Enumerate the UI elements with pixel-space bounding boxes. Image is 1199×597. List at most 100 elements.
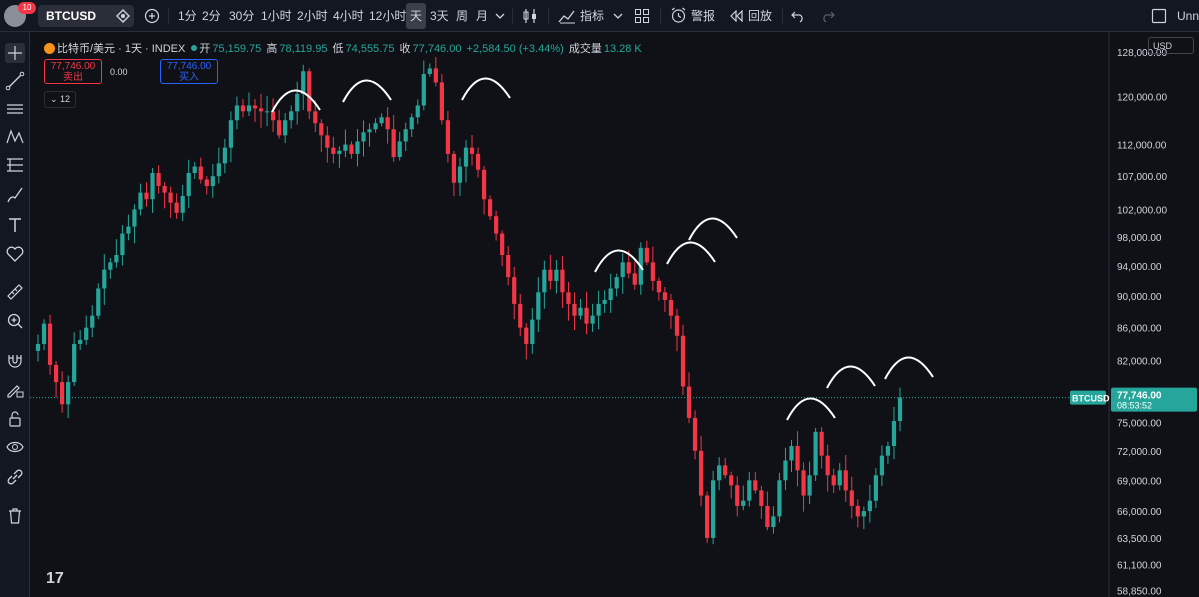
candle-body <box>373 123 378 130</box>
interval-dropdown-icon[interactable] <box>495 12 505 20</box>
link-icon <box>7 469 23 485</box>
sell-button[interactable]: 77,746.00 卖出 <box>44 59 102 84</box>
candle-body <box>391 129 396 158</box>
candle-body <box>283 120 288 136</box>
brush-icon <box>7 187 23 203</box>
interval-month[interactable]: 月 <box>476 0 488 32</box>
text-icon <box>9 218 21 232</box>
delete-drawings-tool[interactable] <box>5 506 25 526</box>
pattern-tool[interactable] <box>5 127 25 147</box>
low-label: 低 <box>332 43 344 55</box>
candle-body <box>554 269 559 281</box>
candle-body <box>662 292 668 300</box>
price-tick-label: 61,100.00 <box>1117 561 1162 572</box>
interval-2m[interactable]: 2分 <box>202 0 221 32</box>
fib-tool[interactable] <box>5 155 25 175</box>
collapse-count: 12 <box>60 94 71 104</box>
symbol-lock-icon[interactable] <box>116 9 130 23</box>
interval-1m[interactable]: 1分 <box>178 0 197 32</box>
brush-tool[interactable] <box>5 185 25 205</box>
candle-body <box>301 71 306 94</box>
chart-area[interactable]: 128,000.00 120,000.00 112,000.00 107,000.00… <box>30 32 1199 597</box>
hide-drawings-tool[interactable] <box>5 437 25 457</box>
alert-clock-icon[interactable] <box>670 7 687 24</box>
undo-icon[interactable] <box>791 9 805 23</box>
crosshair-tool[interactable] <box>5 43 25 63</box>
candle-body <box>536 292 541 320</box>
interval-2h[interactable]: 2小时 <box>297 0 328 32</box>
candle-body <box>102 269 107 289</box>
candle-body <box>397 141 402 158</box>
interval-30m[interactable]: 30分 <box>229 0 254 32</box>
buy-button[interactable]: 77,746.00 买入 <box>160 59 218 84</box>
alert-button[interactable]: 警报 <box>691 0 715 32</box>
candle-body <box>873 475 878 501</box>
indicators-button[interactable]: 指标 <box>580 0 604 32</box>
candle-body <box>307 71 312 112</box>
replay-button[interactable]: 回放 <box>748 0 772 32</box>
candle-body <box>355 141 360 154</box>
eye-icon <box>6 441 24 453</box>
volume-value: 13.28 K <box>603 43 642 55</box>
sell-price: 77,746.00 <box>50 61 96 72</box>
interval-1d-active[interactable]: 天 <box>406 3 427 29</box>
interval-3d[interactable]: 3天 <box>430 0 449 32</box>
price-tick-label: 66,000.00 <box>1117 507 1162 518</box>
zoom-tool[interactable] <box>5 311 25 331</box>
price-chart[interactable]: 128,000.00120,000.00112,000.00107,000.00… <box>30 32 1199 597</box>
candle-body <box>289 111 294 121</box>
indicators-icon[interactable] <box>558 8 576 24</box>
add-symbol-icon[interactable] <box>144 8 160 24</box>
candle-body <box>494 216 499 234</box>
candle-body <box>264 111 270 113</box>
sync-tool[interactable] <box>5 467 25 487</box>
candle-body <box>240 105 246 112</box>
fullscreen-checkbox-icon[interactable] <box>1151 8 1167 24</box>
interval-4h[interactable]: 4小时 <box>333 0 364 32</box>
layout-name[interactable]: Unna <box>1177 0 1199 32</box>
interval-week[interactable]: 周 <box>456 0 468 32</box>
price-tick-label: 112,000.00 <box>1117 141 1167 152</box>
candle-body <box>41 323 47 344</box>
candle-body <box>777 480 782 517</box>
price-tick-label: 102,000.00 <box>1117 205 1167 216</box>
candle-body <box>548 269 553 281</box>
candle-body <box>518 303 523 328</box>
crosshair-icon <box>5 43 25 63</box>
interval-12h[interactable]: 12小时 <box>369 0 406 32</box>
interval-1h[interactable]: 1小时 <box>261 0 292 32</box>
legend-title[interactable]: 比特币/美元 · 1天 · INDEX <box>57 43 185 55</box>
candle-body <box>421 74 426 106</box>
replay-icon[interactable] <box>729 10 743 22</box>
price-tick-label: 75,000.00 <box>1117 419 1162 430</box>
candle-body <box>644 247 649 263</box>
candle-body <box>650 262 655 281</box>
candle-body <box>704 495 710 538</box>
candle-body <box>843 470 848 491</box>
candle-body <box>433 68 438 83</box>
candle-body <box>602 299 607 304</box>
candle-body <box>66 382 71 405</box>
currency-select[interactable]: USD <box>1148 37 1194 54</box>
bitcoin-icon <box>44 43 55 54</box>
layouts-grid-icon[interactable] <box>634 8 650 24</box>
candle-body <box>753 480 758 491</box>
drawn-arc-annotation <box>461 77 511 101</box>
candle-body <box>126 226 131 234</box>
channel-tool[interactable] <box>5 99 25 119</box>
magnet-tool[interactable] <box>5 351 25 371</box>
text-tool[interactable] <box>5 215 25 235</box>
favorites-tool[interactable] <box>5 244 25 264</box>
symbol-search-box[interactable]: BTCUSD <box>38 5 134 27</box>
redo-icon[interactable] <box>821 9 835 23</box>
measure-tool[interactable] <box>5 282 25 302</box>
drawn-arc-annotation <box>342 79 392 103</box>
indicators-dropdown-icon[interactable] <box>613 12 623 20</box>
lock-all-tool[interactable] <box>5 409 25 429</box>
magnet-icon <box>8 355 22 368</box>
candle-style-icon[interactable] <box>521 7 539 25</box>
trendline-tool[interactable] <box>5 71 25 91</box>
price-tick-label: 90,000.00 <box>1117 292 1162 303</box>
indicators-collapse-toggle[interactable]: ⌄ 12 <box>44 91 76 108</box>
lock-drawing-tool[interactable] <box>5 380 25 400</box>
